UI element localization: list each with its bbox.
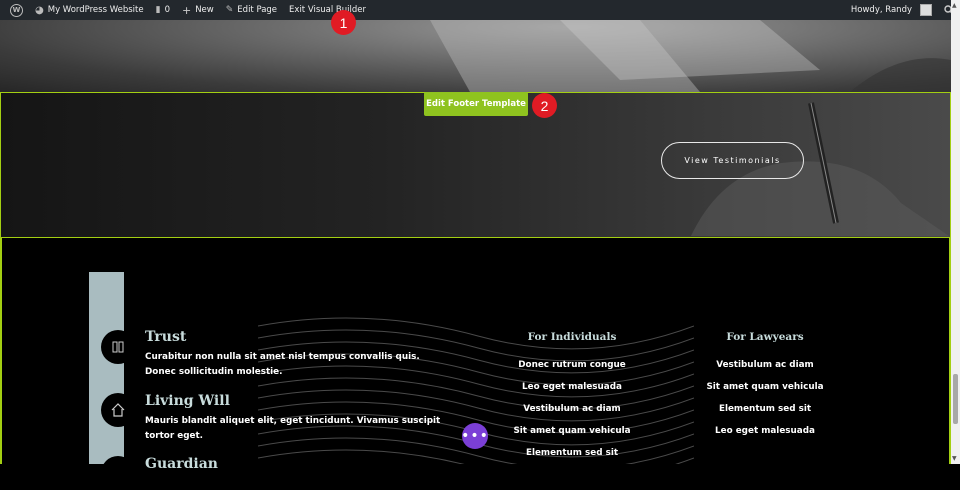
lawyers-link-4[interactable]: Leo eget malesuada	[665, 426, 865, 436]
wordpress-icon: W	[10, 3, 23, 17]
step-badge-2: 2	[532, 93, 557, 118]
individuals-link-1[interactable]: Donec rutrum congue	[472, 360, 672, 370]
hero-background-image	[0, 20, 951, 92]
new-content-link[interactable]: + New	[176, 0, 220, 20]
decorative-strip	[89, 272, 124, 464]
lawyers-link-3[interactable]: Elementum sed sit	[665, 404, 865, 414]
home-icon	[111, 403, 125, 417]
builder-settings-button[interactable]: •••	[461, 423, 489, 449]
site-name-label: My WordPress Website	[47, 5, 144, 15]
account-menu[interactable]: Howdy, Randy	[845, 0, 938, 20]
individuals-link-2[interactable]: Leo eget malesuada	[472, 382, 672, 392]
trust-icon-circle	[101, 330, 135, 364]
new-label: New	[195, 5, 214, 15]
living-will-heading: Living Will	[145, 393, 230, 409]
edit-page-label: Edit Page	[237, 5, 278, 15]
trust-heading: Trust	[145, 329, 187, 345]
wordpress-logo-button[interactable]: W	[0, 0, 29, 20]
pencil-icon: ✎	[225, 5, 234, 15]
view-testimonials-button[interactable]: View Testimonials	[661, 142, 804, 179]
lawyers-link-1[interactable]: Vestibulum ac diam	[665, 360, 865, 370]
trust-text: Curabitur non nulla sit amet nisl tempus…	[145, 352, 420, 377]
plus-icon: +	[181, 3, 192, 17]
documents-icon	[112, 341, 124, 353]
edit-page-link[interactable]: ✎ Edit Page	[220, 0, 283, 20]
living-will-icon-circle	[101, 393, 135, 427]
scrollbar-thumb[interactable]	[953, 374, 958, 424]
scroll-down-arrow-icon[interactable]: ▼	[952, 455, 957, 462]
site-name-link[interactable]: ◕ My WordPress Website	[29, 0, 150, 20]
howdy-label: Howdy, Randy	[850, 5, 912, 15]
paper-pen-photo	[430, 20, 951, 92]
lawyers-link-2[interactable]: Sit amet quam vehicula	[665, 382, 865, 392]
lawyers-heading: For Lawyears	[726, 331, 804, 343]
exit-visual-builder-link[interactable]: Exit Visual Builder	[283, 0, 372, 20]
step-badge-1: 1	[331, 10, 356, 35]
edit-footer-template-button[interactable]: Edit Footer Template	[424, 92, 528, 116]
page-scrollbar[interactable]: ▲ ▼	[951, 0, 960, 464]
individuals-link-3[interactable]: Vestibulum ac diam	[472, 404, 672, 414]
comments-link[interactable]: ▮ 0	[150, 0, 176, 20]
individuals-link-5[interactable]: Elementum sed sit	[472, 448, 672, 458]
comments-count: 0	[164, 5, 170, 15]
section-outline-left	[0, 238, 2, 464]
living-will-text: Mauris blandit aliquet elit, eget tincid…	[145, 416, 441, 441]
more-dots-icon: •••	[461, 428, 489, 444]
guardian-heading: Guardian	[145, 456, 218, 472]
avatar	[920, 4, 932, 16]
exit-visual-builder-label: Exit Visual Builder	[289, 5, 366, 15]
dashboard-icon: ◕	[35, 4, 44, 16]
wp-admin-bar: W ◕ My WordPress Website ▮ 0 + New ✎ Edi…	[0, 0, 960, 20]
scroll-up-arrow-icon[interactable]: ▲	[952, 2, 957, 9]
comment-icon: ▮	[155, 5, 161, 15]
individuals-link-4[interactable]: Sit amet quam vehicula	[472, 426, 672, 436]
guardian-icon-circle	[101, 456, 135, 490]
individuals-heading: For Individuals	[527, 331, 617, 343]
